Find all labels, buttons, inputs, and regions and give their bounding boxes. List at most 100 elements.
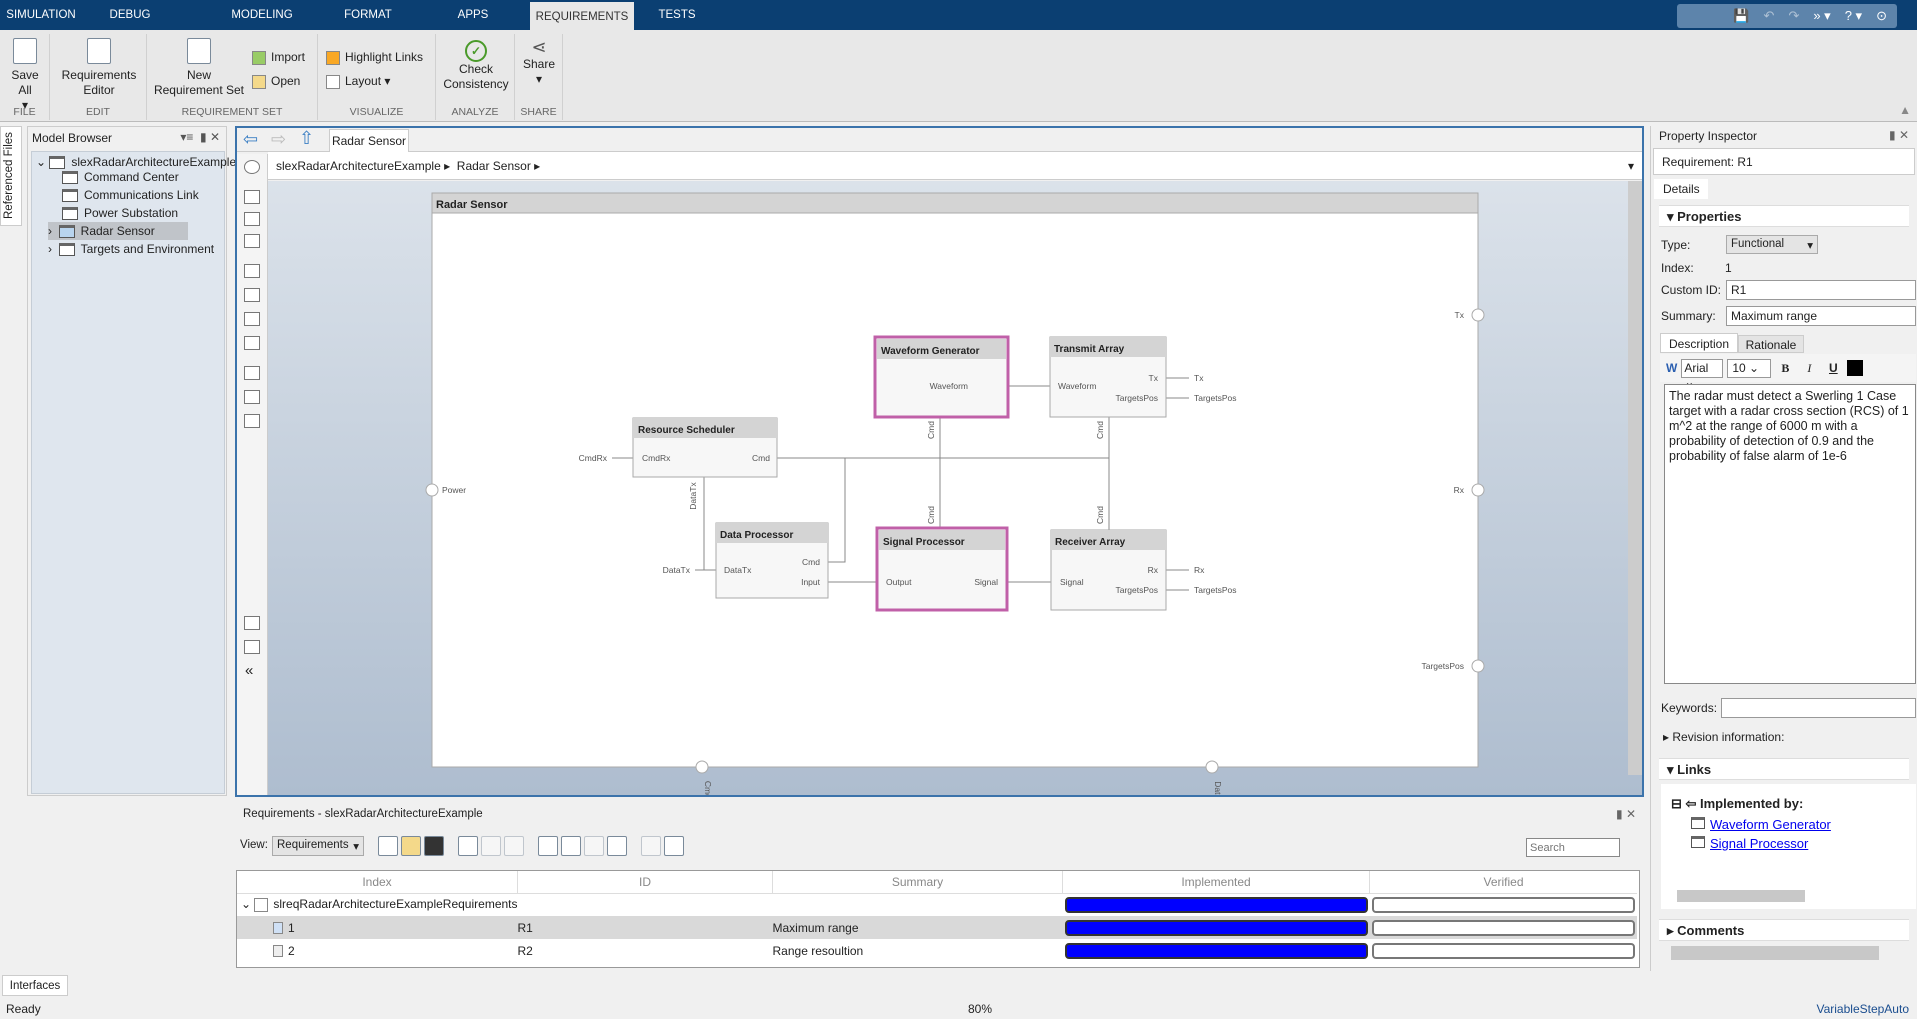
column-header-implemented[interactable]: Implemented xyxy=(1062,871,1370,893)
area-icon[interactable] xyxy=(244,414,260,428)
tab-requirements[interactable]: REQUIREMENTS ✕ xyxy=(530,0,634,53)
view-select[interactable]: Requirements ▾ xyxy=(272,836,364,856)
save-icon[interactable] xyxy=(424,836,444,856)
reference-component-icon[interactable] xyxy=(244,288,260,302)
tab-description[interactable]: Description xyxy=(1660,333,1738,353)
keywords-field[interactable] xyxy=(1721,698,1916,718)
column-header-id[interactable]: ID xyxy=(517,871,773,893)
add-requirement-icon[interactable] xyxy=(458,836,478,856)
table-row[interactable]: 2 R2 Range resoultion xyxy=(237,939,1637,962)
zoom-100-icon[interactable] xyxy=(244,234,260,248)
vertical-scrollbar[interactable] xyxy=(1628,181,1642,775)
tree-item-communications-link[interactable]: Communications Link xyxy=(62,186,199,204)
tab-interfaces[interactable]: Interfaces xyxy=(2,975,68,996)
copy-icon[interactable] xyxy=(561,836,581,856)
tree-item-command-center[interactable]: Command Center xyxy=(62,168,179,186)
architecture-diagram[interactable]: Radar Sensor Waveform Generator Waveform… xyxy=(268,181,1642,810)
column-header-index[interactable]: Index xyxy=(237,871,518,893)
diagram-canvas[interactable]: Radar Sensor Waveform Generator Waveform… xyxy=(268,181,1642,810)
word-icon[interactable]: W xyxy=(1666,361,1677,375)
revision-section[interactable]: ▸ Revision information: xyxy=(1663,730,1784,744)
open-icon[interactable] xyxy=(401,836,421,856)
tree-item-radar-sensor[interactable]: › Radar Sensor xyxy=(48,222,188,240)
highlight-links-button[interactable]: Highlight Links xyxy=(326,50,423,65)
refresh-icon[interactable] xyxy=(664,836,684,856)
annotation-icon[interactable] xyxy=(244,366,260,380)
shortcut-icon[interactable]: » ▾ xyxy=(1813,8,1830,24)
properties-section[interactable]: ▾ Properties xyxy=(1659,205,1909,227)
table-row[interactable]: 1 R1 Maximum range xyxy=(237,916,1637,939)
tab-apps[interactable]: APPS xyxy=(445,0,501,30)
collapse-icon[interactable]: « xyxy=(245,662,253,679)
layout-button[interactable]: Layout ▾ xyxy=(326,74,390,89)
description-editor[interactable]: The radar must detect a Swerling 1 Case … xyxy=(1664,384,1916,684)
tree-item-targets-and-environment[interactable]: › Targets and Environment xyxy=(48,240,214,258)
column-header-summary[interactable]: Summary xyxy=(772,871,1063,893)
hide-explorer-icon[interactable] xyxy=(244,160,260,174)
summary-field[interactable]: Maximum range xyxy=(1726,306,1916,326)
help-icon[interactable]: ? ▾ xyxy=(1845,8,1862,24)
link-signal-processor[interactable]: Signal Processor xyxy=(1691,836,1808,851)
zoom-icon[interactable] xyxy=(244,190,260,204)
italic-icon[interactable]: I xyxy=(1799,361,1819,376)
link-waveform-generator[interactable]: Waveform Generator xyxy=(1691,817,1831,832)
breadcrumb-root[interactable]: slexRadarArchitectureExample xyxy=(276,159,441,173)
share-button[interactable]: ⋖ Share ▾ xyxy=(519,38,559,87)
redo-icon[interactable]: ↷ xyxy=(1788,8,1799,24)
image-icon[interactable] xyxy=(244,390,260,404)
bold-icon[interactable]: B xyxy=(1775,361,1795,376)
minimize-toolstrip-icon[interactable]: ⊙ xyxy=(1876,8,1887,24)
font-size-select[interactable]: 10 ⌄ xyxy=(1727,358,1772,378)
tree-item-power-substation[interactable]: Power Substation xyxy=(62,204,178,222)
cut-icon[interactable] xyxy=(538,836,558,856)
table-row-set[interactable]: ⌄ slreqRadarArchitectureExampleRequireme… xyxy=(237,893,1637,916)
panel-controls[interactable]: ▮ ✕ xyxy=(1889,128,1909,142)
tab-rationale[interactable]: Rationale xyxy=(1738,335,1804,353)
demote-icon[interactable] xyxy=(504,836,524,856)
comments-section[interactable]: ▸ Comments xyxy=(1659,919,1909,941)
panel-controls[interactable]: ▾≡ ▮ ✕ xyxy=(180,130,220,144)
tab-debug[interactable]: DEBUG xyxy=(100,0,160,30)
tab-tests[interactable]: TESTS xyxy=(650,0,704,30)
referenced-files-tab[interactable]: Referenced Files xyxy=(0,126,22,226)
new-requirement-set-icon[interactable] xyxy=(378,836,398,856)
new-requirement-set-button[interactable]: New Requirement Set xyxy=(153,38,245,98)
delete-icon[interactable] xyxy=(607,836,627,856)
forward-icon[interactable]: ⇨ xyxy=(271,129,286,150)
breadcrumb-dropdown-icon[interactable]: ▾ xyxy=(1628,152,1634,180)
search-input[interactable] xyxy=(1526,838,1620,857)
undo-icon[interactable]: ↶ xyxy=(1764,8,1775,24)
tab-details[interactable]: Details xyxy=(1654,179,1708,199)
import-button[interactable]: Import xyxy=(252,50,305,65)
open-button[interactable]: Open xyxy=(252,74,300,89)
up-icon[interactable]: ⇧ xyxy=(299,128,314,149)
solver-link[interactable]: VariableStepAuto xyxy=(1816,999,1909,1019)
requirements-editor-button[interactable]: Requirements Editor xyxy=(58,38,140,98)
links-section[interactable]: ▾ Links xyxy=(1659,758,1909,780)
tab-modeling[interactable]: MODELING xyxy=(222,0,302,30)
tab-simulation[interactable]: SIMULATION xyxy=(0,0,82,30)
add-link-icon[interactable] xyxy=(641,836,661,856)
implemented-by-node[interactable]: ⊟ ⇦ Implemented by: xyxy=(1671,796,1803,812)
check-consistency-button[interactable]: ✓ Check Consistency xyxy=(440,40,512,92)
tab-format[interactable]: FORMAT xyxy=(335,0,401,30)
property-inspector-icon[interactable] xyxy=(244,640,260,654)
collapse-ribbon-icon[interactable]: ▲ xyxy=(1899,103,1911,117)
variant-component-icon[interactable] xyxy=(244,312,260,326)
font-select[interactable]: Arial ⌄ xyxy=(1681,358,1724,389)
component-block-icon[interactable] xyxy=(244,264,260,278)
column-header-verified[interactable]: Verified xyxy=(1370,871,1638,893)
fit-to-view-icon[interactable] xyxy=(244,212,260,226)
promote-icon[interactable] xyxy=(481,836,501,856)
editor-tab-radar-sensor[interactable]: Radar Sensor xyxy=(329,129,409,152)
text-color-icon[interactable] xyxy=(1847,360,1864,376)
custom-id-field[interactable]: R1 xyxy=(1726,280,1916,300)
paste-icon[interactable] xyxy=(584,836,604,856)
save-icon[interactable]: 💾 xyxy=(1733,8,1749,24)
horizontal-scrollbar[interactable] xyxy=(1671,946,1879,960)
adapter-icon[interactable] xyxy=(244,336,260,350)
horizontal-scrollbar[interactable] xyxy=(1677,890,1805,902)
panel-controls[interactable]: ▮ ✕ xyxy=(1616,807,1636,821)
type-select[interactable]: Functional ▾ xyxy=(1726,235,1818,254)
camera-icon[interactable] xyxy=(244,616,260,630)
